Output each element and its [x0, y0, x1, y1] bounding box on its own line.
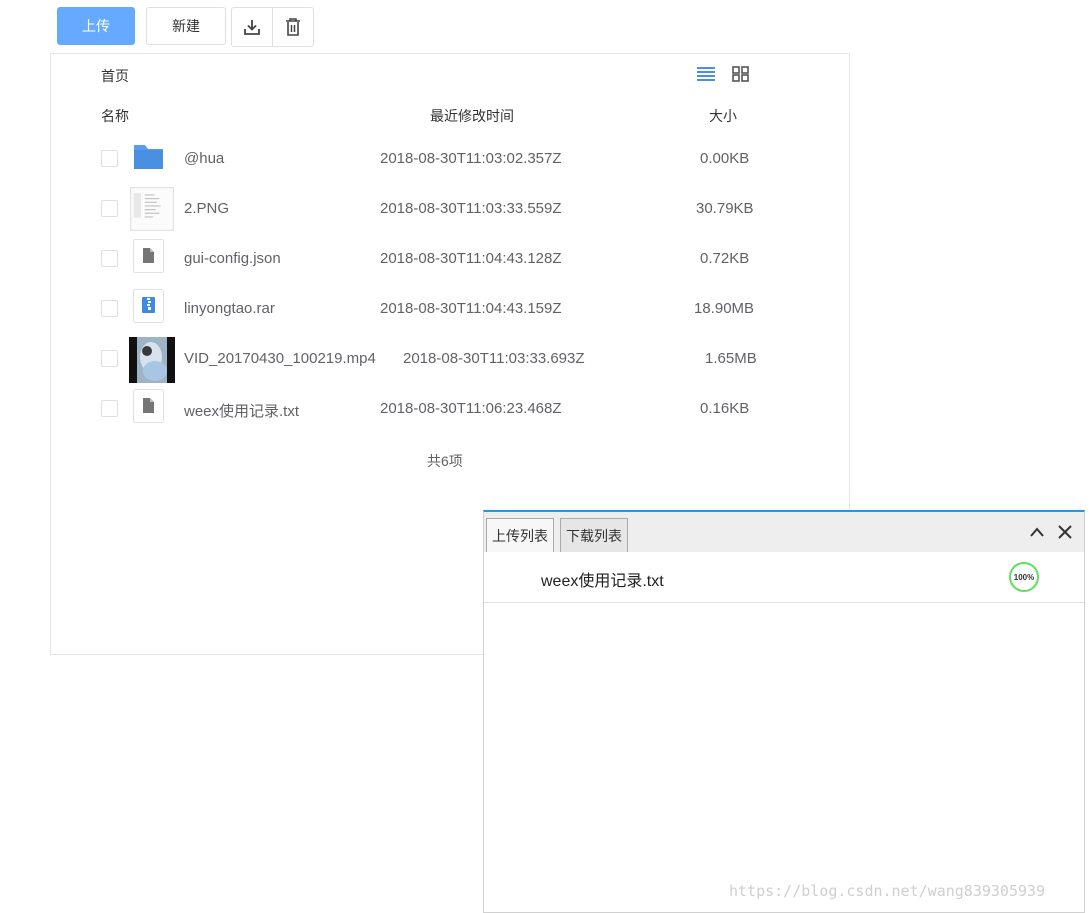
- file-size: 30.79KB: [696, 200, 754, 217]
- row-checkbox[interactable]: [101, 400, 118, 417]
- tab-download-list[interactable]: 下载列表: [560, 518, 628, 552]
- file-size: 18.90MB: [694, 300, 755, 317]
- tab-upload-list[interactable]: 上传列表: [486, 518, 554, 552]
- watermark: https://blog.csdn.net/wang839305939: [729, 882, 1046, 900]
- row-checkbox[interactable]: [101, 250, 118, 267]
- file-modified: 2018-08-30T11:03:33.693Z: [403, 350, 585, 367]
- list-view-icon[interactable]: [697, 66, 715, 82]
- file-modified: 2018-08-30T11:03:33.559Z: [380, 200, 562, 217]
- transfer-panel-header: 上传列表 下载列表: [484, 512, 1084, 552]
- file-size: 1.65MB: [705, 350, 757, 367]
- file-modified: 2018-08-30T11:04:43.128Z: [380, 250, 562, 267]
- trash-icon: [286, 18, 300, 36]
- archive-icon: [133, 289, 164, 323]
- download-icon: [244, 20, 260, 35]
- upload-progress: 100%: [1009, 562, 1039, 592]
- file-name[interactable]: gui-config.json: [184, 250, 281, 267]
- file-name[interactable]: VID_20170430_100219.mp4: [184, 350, 376, 367]
- file-row[interactable]: 2.PNG 2018-08-30T11:03:33.559Z 30.79KB: [0, 187, 850, 241]
- file-modified: 2018-08-30T11:03:02.357Z: [380, 150, 562, 167]
- column-header-name[interactable]: 名称: [101, 106, 129, 126]
- file-row[interactable]: gui-config.json 2018-08-30T11:04:43.128Z…: [0, 239, 850, 291]
- column-header-size[interactable]: 大小: [709, 106, 737, 126]
- delete-button[interactable]: [272, 8, 313, 46]
- row-checkbox[interactable]: [101, 200, 118, 217]
- grid-view-icon[interactable]: [732, 66, 749, 82]
- new-button[interactable]: 新建: [146, 7, 226, 45]
- file-name[interactable]: @hua: [184, 150, 224, 167]
- upload-item-name: weex使用记录.txt: [541, 573, 664, 590]
- image-thumbnail: [130, 187, 174, 231]
- upload-button[interactable]: 上传: [57, 7, 135, 45]
- video-thumbnail: [129, 337, 175, 383]
- file-size: 0.72KB: [700, 250, 750, 267]
- folder-icon: [134, 145, 163, 169]
- file-name[interactable]: linyongtao.rar: [184, 300, 275, 317]
- row-checkbox[interactable]: [101, 300, 118, 317]
- file-modified: 2018-08-30T11:04:43.159Z: [380, 300, 562, 317]
- upload-item: weex使用记录.txt 100%: [484, 552, 1084, 603]
- breadcrumb-home[interactable]: 首页: [101, 66, 129, 86]
- file-size: 0.16KB: [700, 400, 750, 417]
- chevron-up-icon[interactable]: [1029, 526, 1045, 538]
- column-header-modified[interactable]: 最近修改时间: [430, 106, 514, 126]
- file-icon: [133, 239, 164, 273]
- row-checkbox[interactable]: [101, 150, 118, 167]
- file-size: 0.00KB: [700, 150, 750, 167]
- action-button-group: [231, 7, 314, 47]
- file-row[interactable]: linyongtao.rar 2018-08-30T11:04:43.159Z …: [0, 289, 850, 341]
- close-icon[interactable]: [1058, 525, 1072, 539]
- item-count: 共6项: [427, 453, 463, 469]
- row-checkbox[interactable]: [101, 350, 118, 367]
- file-icon: [133, 389, 164, 423]
- file-name[interactable]: 2.PNG: [184, 200, 229, 217]
- transfer-panel: 上传列表 下载列表 weex使用记录.txt 100%: [483, 510, 1085, 913]
- file-row[interactable]: VID_20170430_100219.mp4 2018-08-30T11:03…: [0, 337, 850, 391]
- file-row[interactable]: @hua 2018-08-30T11:03:02.357Z 0.00KB: [0, 141, 850, 191]
- file-modified: 2018-08-30T11:06:23.468Z: [380, 400, 562, 417]
- download-button[interactable]: [232, 8, 272, 46]
- file-row[interactable]: weex使用记录.txt 2018-08-30T11:06:23.468Z 0.…: [0, 389, 850, 441]
- file-name[interactable]: weex使用记录.txt: [184, 400, 299, 421]
